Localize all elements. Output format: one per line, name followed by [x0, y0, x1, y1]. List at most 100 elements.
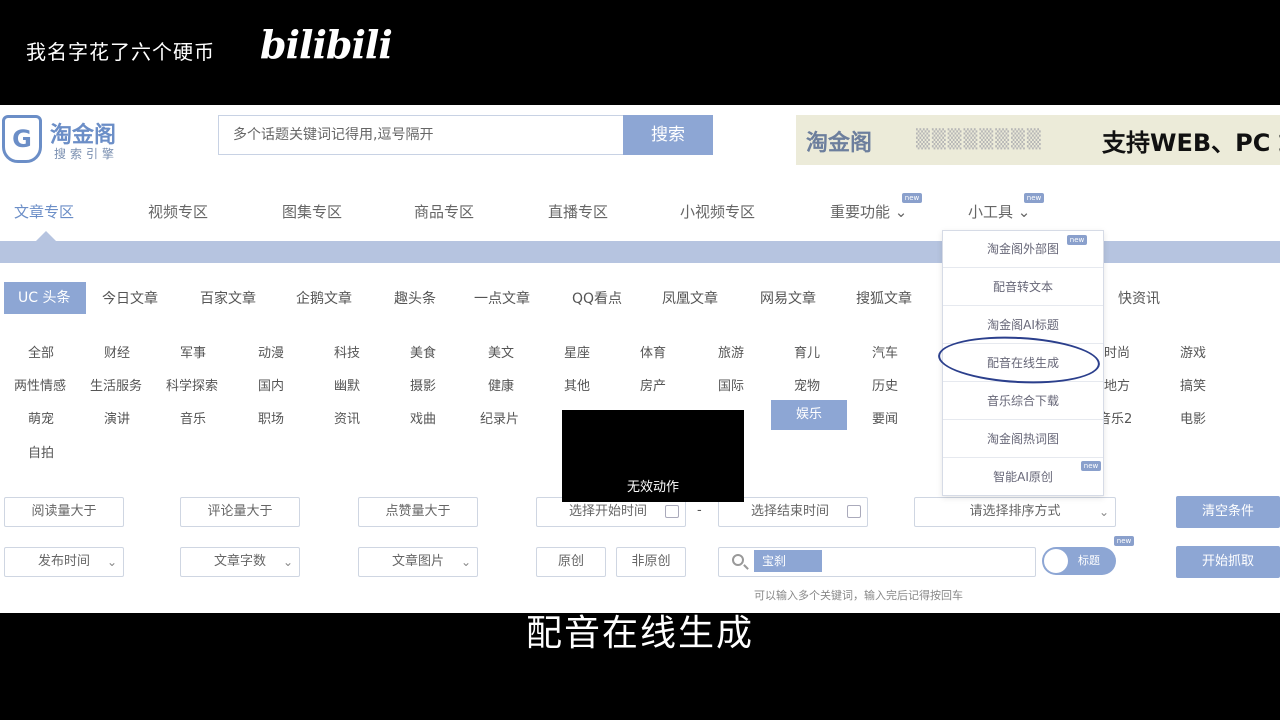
- search-icon: [732, 554, 744, 566]
- category-item[interactable]: 职场: [258, 408, 284, 427]
- keyword-tag[interactable]: 宝刹: [754, 550, 822, 572]
- new-badge: new: [1067, 235, 1087, 245]
- chevron-down-icon: ⌄: [894, 203, 908, 221]
- source-item[interactable]: 搜狐文章: [856, 288, 912, 308]
- banner-logo: 淘金阁: [806, 131, 873, 156]
- category-item[interactable]: 体育: [640, 342, 666, 361]
- category-item[interactable]: 动漫: [258, 342, 284, 361]
- title-toggle[interactable]: 标题: [1042, 547, 1116, 575]
- category-item[interactable]: 旅游: [718, 342, 744, 361]
- video-caption: 我名字花了六个硬币: [26, 40, 215, 64]
- category-item[interactable]: 科技: [334, 342, 360, 361]
- category-item[interactable]: 汽车: [872, 342, 898, 361]
- nav-item-short-videos[interactable]: 小视频专区: [680, 201, 755, 222]
- nav-item-live[interactable]: 直播专区: [548, 201, 608, 222]
- sort-select[interactable]: 请选择排序方式 ⌄: [914, 497, 1116, 527]
- dropdown-item[interactable]: 配音转文本: [943, 269, 1103, 306]
- category-item[interactable]: 资讯: [334, 408, 360, 427]
- category-item[interactable]: 宠物: [794, 375, 820, 394]
- category-item[interactable]: 摄影: [410, 375, 436, 394]
- logo-icon: G: [2, 115, 42, 163]
- banner-text: 支持WEB、PC 端: [1102, 129, 1280, 157]
- banner-blurred-text: ▒▒▒▒▒▒▒▒: [916, 129, 1043, 150]
- source-item[interactable]: 企鹅文章: [296, 288, 352, 308]
- category-item[interactable]: 生活服务: [90, 375, 142, 394]
- category-item[interactable]: 两性情感: [14, 375, 66, 394]
- category-item[interactable]: 游戏: [1180, 342, 1206, 361]
- category-item[interactable]: 星座: [564, 342, 590, 361]
- category-item[interactable]: 地方: [1104, 375, 1130, 394]
- category-item[interactable]: 美食: [410, 342, 436, 361]
- category-item[interactable]: 戏曲: [410, 408, 436, 427]
- source-item[interactable]: 网易文章: [760, 288, 816, 308]
- category-item[interactable]: 电影: [1180, 408, 1206, 427]
- category-item[interactable]: 萌宠: [28, 408, 54, 427]
- new-badge: new: [1114, 536, 1134, 546]
- dropdown-item[interactable]: 淘金阁热词图: [943, 421, 1103, 458]
- nav-label: 重要功能: [830, 203, 891, 221]
- clear-filters-button[interactable]: 清空条件: [1176, 496, 1280, 528]
- new-badge: new: [902, 193, 922, 203]
- start-crawl-button[interactable]: 开始抓取: [1176, 546, 1280, 578]
- image-count-label: 文章图片: [391, 554, 444, 569]
- category-item[interactable]: 健康: [488, 375, 514, 394]
- category-item[interactable]: 房产: [640, 375, 666, 394]
- nav-item-videos[interactable]: 视频专区: [148, 201, 208, 222]
- like-count-filter[interactable]: 点赞量大于: [358, 497, 478, 527]
- source-uc[interactable]: UC 头条: [4, 282, 86, 314]
- category-item[interactable]: 搞笑: [1180, 375, 1206, 394]
- read-count-filter[interactable]: 阅读量大于: [4, 497, 124, 527]
- site-logo[interactable]: G 淘金阁 搜索引擎: [2, 111, 142, 167]
- calendar-icon: [665, 505, 679, 518]
- nav-item-tools[interactable]: 小工具 ⌄: [968, 201, 1030, 222]
- nav-item-key-features[interactable]: 重要功能 ⌄: [830, 201, 907, 222]
- category-item[interactable]: 纪录片: [480, 408, 519, 427]
- comment-count-filter[interactable]: 评论量大于: [180, 497, 300, 527]
- source-item[interactable]: 一点文章: [474, 288, 530, 308]
- search-input[interactable]: 多个话题关键词记得用,逗号隔开: [218, 115, 624, 155]
- toggle-knob: [1044, 549, 1068, 573]
- web-page: G 淘金阁 搜索引擎 多个话题关键词记得用,逗号隔开 搜索 淘金阁 ▒▒▒▒▒▒…: [0, 105, 1280, 613]
- category-item[interactable]: 历史: [872, 375, 898, 394]
- non-original-button[interactable]: 非原创: [616, 547, 686, 577]
- dropdown-item[interactable]: 智能AI原创: [943, 459, 1103, 496]
- publish-time-select[interactable]: 发布时间 ⌄: [4, 547, 124, 577]
- image-count-select[interactable]: 文章图片 ⌄: [358, 547, 478, 577]
- category-item[interactable]: 演讲: [104, 408, 130, 427]
- sort-select-label: 请选择排序方式: [969, 504, 1061, 519]
- source-item[interactable]: 凤凰文章: [662, 288, 718, 308]
- chevron-down-icon: ⌄: [1098, 505, 1109, 519]
- original-button[interactable]: 原创: [536, 547, 606, 577]
- promo-banner[interactable]: 淘金阁 ▒▒▒▒▒▒▒▒ 支持WEB、PC 端: [796, 115, 1280, 165]
- category-item[interactable]: 全部: [28, 342, 54, 361]
- category-item[interactable]: 其他: [564, 375, 590, 394]
- new-badge: new: [1081, 461, 1101, 471]
- category-item[interactable]: 国内: [258, 375, 284, 394]
- category-item[interactable]: 时尚: [1104, 342, 1130, 361]
- category-item[interactable]: 科学探索: [166, 375, 218, 394]
- category-item[interactable]: 育儿: [794, 342, 820, 361]
- nav-item-products[interactable]: 商品专区: [414, 201, 474, 222]
- category-item[interactable]: 幽默: [334, 375, 360, 394]
- source-item[interactable]: 今日文章: [102, 288, 158, 308]
- dropdown-item[interactable]: 音乐综合下载: [943, 383, 1103, 420]
- category-item[interactable]: 自拍: [28, 442, 54, 461]
- source-item[interactable]: 百家文章: [200, 288, 256, 308]
- nav-item-articles[interactable]: 文章专区: [14, 201, 74, 222]
- source-item[interactable]: 快资讯: [1118, 288, 1160, 308]
- chevron-down-icon: ⌄: [460, 555, 471, 569]
- toast-message: 无效动作: [562, 410, 744, 502]
- source-item[interactable]: QQ看点: [572, 288, 622, 308]
- category-item[interactable]: 音乐: [180, 408, 206, 427]
- category-item[interactable]: 国际: [718, 375, 744, 394]
- nav-item-images[interactable]: 图集专区: [282, 201, 342, 222]
- category-item-selected[interactable]: 娱乐: [771, 400, 847, 430]
- category-item[interactable]: 美文: [488, 342, 514, 361]
- category-item[interactable]: 军事: [180, 342, 206, 361]
- category-item[interactable]: 要闻: [872, 408, 898, 427]
- source-item[interactable]: 趣头条: [394, 288, 436, 308]
- search-button[interactable]: 搜索: [623, 115, 713, 155]
- end-time-label: 选择结束时间: [751, 504, 830, 519]
- word-count-select[interactable]: 文章字数 ⌄: [180, 547, 300, 577]
- category-item[interactable]: 财经: [104, 342, 130, 361]
